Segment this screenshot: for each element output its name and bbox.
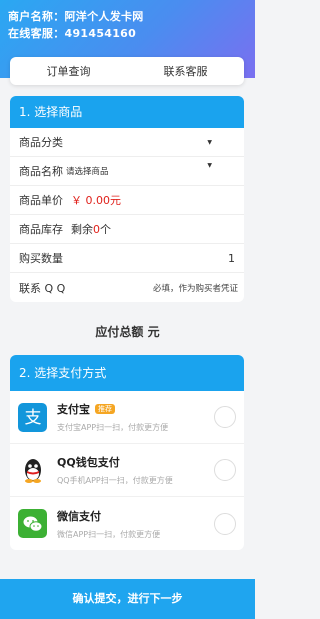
category-label: 商品分类 [19, 136, 63, 149]
qq-row[interactable]: 联系 Q Q 必填，作为购买者凭证 [10, 273, 244, 302]
stock-count: 0 [93, 223, 100, 236]
pay-method-name: QQ钱包支付 [57, 456, 120, 469]
pay-radio[interactable] [214, 459, 236, 481]
price-row: 商品单价 ￥ 0.00元 [10, 186, 244, 215]
goods-name-select[interactable]: 商品名称 请选择商品 ▼ [10, 157, 244, 186]
pay-method-desc: QQ手机APP扫一扫，付款更方便 [57, 476, 173, 485]
wechat-icon [18, 509, 47, 538]
pay-method-desc: 支付宝APP扫一扫，付款更方便 [57, 423, 169, 432]
payment-card: 2. 选择支付方式 支 支付宝 推荐 支付宝APP扫一扫，付款更方便 QQ钱包支付… [10, 355, 244, 550]
tab-bar: 订单查询 联系客服 [10, 57, 244, 85]
quantity-label: 购买数量 [19, 252, 63, 265]
goods-name-label: 商品名称 [19, 165, 63, 178]
tab-contact-service[interactable]: 联系客服 [127, 63, 244, 79]
total-amount: 应付总额 元 [95, 325, 160, 339]
quantity-row[interactable]: 购买数量 1 [10, 244, 244, 273]
stock-prefix: 剩余 [71, 223, 93, 236]
dropdown-arrow-icon: ▼ [207, 162, 212, 169]
goods-section-title: 1. 选择商品 [10, 96, 244, 128]
price-value: ￥ 0.00元 [71, 194, 121, 207]
pay-method-wechat[interactable]: 微信支付 微信APP扫一扫，付款更方便 [10, 497, 244, 550]
stock-unit: 个 [100, 223, 111, 236]
payment-section-title: 2. 选择支付方式 [10, 355, 244, 391]
goods-card: 1. 选择商品 商品分类 ▼ 商品名称 请选择商品 ▼ 商品单价 ￥ 0.00元… [10, 96, 244, 302]
pay-radio[interactable] [214, 406, 236, 428]
pay-radio[interactable] [214, 512, 236, 535]
service-contact: 在线客服：491454160 [8, 27, 137, 40]
pay-method-desc: 微信APP扫一扫，付款更方便 [57, 529, 161, 539]
recommend-badge: 推荐 [95, 404, 115, 414]
svg-text:支: 支 [24, 408, 41, 428]
alipay-icon: 支 [18, 402, 47, 432]
pay-method-name: 支付宝 [57, 403, 90, 416]
quantity-input[interactable]: 1 [228, 252, 235, 265]
stock-row: 商品库存 剩余0个 [10, 215, 244, 244]
qq-icon [18, 456, 47, 485]
dropdown-arrow-icon: ▼ [207, 138, 212, 146]
qq-input[interactable]: 必填，作为购买者凭证 [153, 282, 238, 294]
merchant-name: 商户名称：阿洋个人发卡网 [8, 10, 144, 23]
price-label: 商品单价 [19, 194, 63, 207]
tab-order-query[interactable]: 订单查询 [10, 63, 127, 79]
stock-label: 商品库存 [19, 223, 63, 236]
category-select[interactable]: 商品分类 ▼ [10, 128, 244, 157]
goods-name-placeholder: 请选择商品 [66, 167, 109, 177]
stock-value: 剩余0个 [71, 221, 111, 237]
pay-method-alipay[interactable]: 支 支付宝 推荐 支付宝APP扫一扫，付款更方便 [10, 391, 244, 444]
pay-method-qq[interactable]: QQ钱包支付 QQ手机APP扫一扫，付款更方便 [10, 444, 244, 497]
submit-button[interactable]: 确认提交，进行下一步 [0, 579, 255, 619]
pay-method-name: 微信支付 [57, 509, 101, 523]
qq-label: 联系 Q Q [19, 281, 66, 295]
